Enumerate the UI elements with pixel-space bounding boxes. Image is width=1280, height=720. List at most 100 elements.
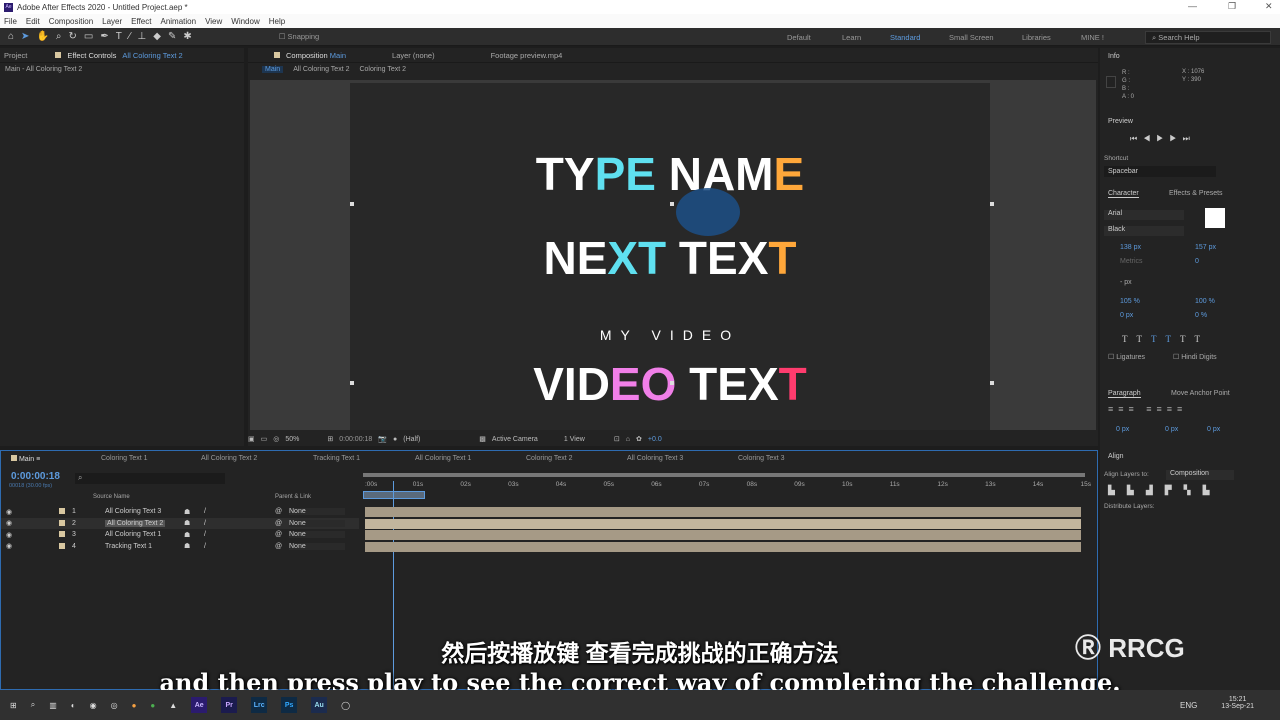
shy-icon[interactable]: ☗ xyxy=(184,508,190,516)
menu-composition[interactable]: Composition xyxy=(49,17,93,26)
vertical-scale-value[interactable]: 105 % xyxy=(1120,298,1140,305)
last-frame-icon[interactable]: ⏭ xyxy=(1183,134,1196,143)
quality-icon[interactable]: / xyxy=(204,531,206,538)
align-to-dropdown[interactable]: Composition xyxy=(1166,470,1234,480)
flowchart-icon[interactable]: ⌂ xyxy=(626,436,630,443)
quality-icon[interactable]: / xyxy=(204,520,206,527)
current-time[interactable]: 0:00:00:18 xyxy=(11,471,60,482)
photoshop-taskbar-icon[interactable]: Ps xyxy=(281,697,298,713)
workspace-mine[interactable]: MINE ! xyxy=(1081,33,1104,42)
composition-canvas[interactable]: TYPE NAME NEXT TEXT MY VIDEO VIDEO TEXT xyxy=(350,83,990,430)
indent-first-value[interactable]: 0 px xyxy=(1207,426,1220,433)
time-display[interactable]: 0:00:00:18 xyxy=(339,436,372,443)
task-view-icon[interactable]: ▥ xyxy=(49,701,57,710)
color-channel-icon[interactable]: ● xyxy=(393,436,397,443)
rectangle-tool-icon[interactable]: ▭ xyxy=(84,31,93,42)
layer-duration-bar[interactable] xyxy=(365,507,1081,517)
layer-duration-bar[interactable] xyxy=(365,530,1081,540)
visibility-eye-icon[interactable]: ◉ xyxy=(6,519,12,527)
close-button[interactable]: ✕ xyxy=(1265,1,1273,12)
layer-duration-bar[interactable] xyxy=(365,518,1081,529)
selection-tool-icon[interactable]: ➤ xyxy=(21,31,29,42)
eraser-tool-icon[interactable]: ◆ xyxy=(153,31,161,42)
exposure-value[interactable]: +0.0 xyxy=(648,436,662,443)
menu-file[interactable]: File xyxy=(4,17,17,26)
blender-icon[interactable]: ● xyxy=(132,701,137,710)
tab-project[interactable]: Project xyxy=(4,51,27,60)
label-color[interactable] xyxy=(59,508,65,514)
search-icon[interactable]: ⌕ xyxy=(31,700,35,710)
workspace-libraries[interactable]: Libraries xyxy=(1022,33,1051,42)
app-icon[interactable]: ◐ xyxy=(71,701,76,710)
layer-name[interactable]: Tracking Text 1 xyxy=(105,543,152,550)
tab-move-anchor-point[interactable]: Move Anchor Point xyxy=(1171,390,1230,397)
obs-icon[interactable]: ◉ xyxy=(90,701,97,710)
puppet-tool-icon[interactable]: ✱ xyxy=(183,31,191,42)
ligatures-checkbox[interactable]: ☐ Ligatures xyxy=(1108,353,1145,361)
workspace-default[interactable]: Default xyxy=(787,33,811,42)
lightroom-taskbar-icon[interactable]: Lrc xyxy=(251,697,268,713)
transform-handle[interactable] xyxy=(990,381,994,385)
zoom-dropdown[interactable]: 50% xyxy=(285,436,321,443)
shy-icon[interactable]: ☗ xyxy=(184,531,190,539)
prev-frame-icon[interactable]: ◀ xyxy=(1143,134,1156,143)
pickwhip-icon[interactable]: @ xyxy=(275,508,282,515)
baseline-shift-value[interactable]: 0 px xyxy=(1120,312,1133,319)
layer-search-input[interactable]: ⌕ xyxy=(75,473,225,484)
zoom-tool-icon[interactable]: ⌕ xyxy=(56,31,62,42)
font-size-value[interactable]: 138 px xyxy=(1120,244,1141,251)
roto-tool-icon[interactable]: ✎ xyxy=(168,31,176,42)
tab-layer[interactable]: Layer (none) xyxy=(392,51,435,60)
tab-paragraph[interactable]: Paragraph xyxy=(1108,390,1141,398)
pickwhip-icon[interactable]: @ xyxy=(275,520,282,527)
premiere-taskbar-icon[interactable]: Pr xyxy=(221,697,238,713)
canvas-text-type-name[interactable]: TYPE NAME xyxy=(350,147,990,201)
layer-row[interactable]: ◉ 4 Tracking Text 1 ☗ / @ None xyxy=(1,541,359,552)
timeline-tab[interactable]: All Coloring Text 2 xyxy=(201,455,257,462)
canvas-text-my-video[interactable]: MY VIDEO xyxy=(350,327,990,343)
rotate-tool-icon[interactable]: ↻ xyxy=(69,31,77,42)
menu-animation[interactable]: Animation xyxy=(160,17,196,26)
transform-handle[interactable] xyxy=(350,202,354,206)
layer-name[interactable]: All Coloring Text 3 xyxy=(105,508,161,515)
work-area-range[interactable] xyxy=(363,491,425,499)
indent-right-value[interactable]: 0 px xyxy=(1165,426,1178,433)
paragraph-align-buttons[interactable]: ≡≡≡ ≡≡≡≡ xyxy=(1108,404,1187,414)
app-icon[interactable]: ▲ xyxy=(169,701,177,710)
breadcrumb-main[interactable]: Main xyxy=(262,66,284,73)
menu-window[interactable]: Window xyxy=(231,17,259,26)
parent-dropdown[interactable]: None xyxy=(289,542,345,550)
workspace-small-screen[interactable]: Small Screen xyxy=(949,33,994,42)
language-indicator[interactable]: ENG xyxy=(1180,701,1197,710)
visibility-eye-icon[interactable]: ◉ xyxy=(6,542,12,550)
menu-layer[interactable]: Layer xyxy=(102,17,122,26)
grid-icon[interactable]: ⊞ xyxy=(327,435,333,443)
resolution-dropdown[interactable]: (Half) xyxy=(403,436,473,443)
hand-tool-icon[interactable]: ✋ xyxy=(36,31,48,42)
label-color[interactable] xyxy=(59,542,65,549)
tab-label[interactable]: Main xyxy=(19,456,34,463)
transform-handle[interactable] xyxy=(350,381,354,385)
shy-icon[interactable]: ☗ xyxy=(184,519,190,527)
always-preview-icon[interactable]: ▣ xyxy=(248,435,255,443)
exposure-icon[interactable]: ✿ xyxy=(636,435,642,443)
next-frame-icon[interactable]: ▶ xyxy=(1169,134,1182,143)
transform-handle[interactable] xyxy=(990,202,994,206)
audition-taskbar-icon[interactable]: Au xyxy=(311,697,328,713)
parent-dropdown[interactable]: None xyxy=(289,508,345,515)
tsume-value[interactable]: 0 % xyxy=(1195,312,1207,319)
shy-icon[interactable]: ☗ xyxy=(184,542,190,550)
timeline-tab[interactable]: Coloring Text 3 xyxy=(738,455,785,462)
layer-duration-bar[interactable] xyxy=(365,541,1081,552)
timeline-tab[interactable]: Coloring Text 1 xyxy=(101,455,148,462)
timeline-tab[interactable]: All Coloring Text 1 xyxy=(415,455,471,462)
tab-footage[interactable]: Footage preview.mp4 xyxy=(491,51,563,60)
menu-effect[interactable]: Effect xyxy=(131,17,151,26)
fill-color-swatch[interactable] xyxy=(1205,208,1225,228)
menu-help[interactable]: Help xyxy=(269,17,285,26)
tab-effects-presets[interactable]: Effects & Presets xyxy=(1169,190,1223,197)
pickwhip-icon[interactable]: @ xyxy=(275,543,282,550)
parent-dropdown[interactable]: None xyxy=(289,531,345,538)
layer-row[interactable]: ◉ 1 All Coloring Text 3 ☗ / @ None xyxy=(1,506,359,517)
timeline-tab[interactable]: Tracking Text 1 xyxy=(313,455,360,462)
